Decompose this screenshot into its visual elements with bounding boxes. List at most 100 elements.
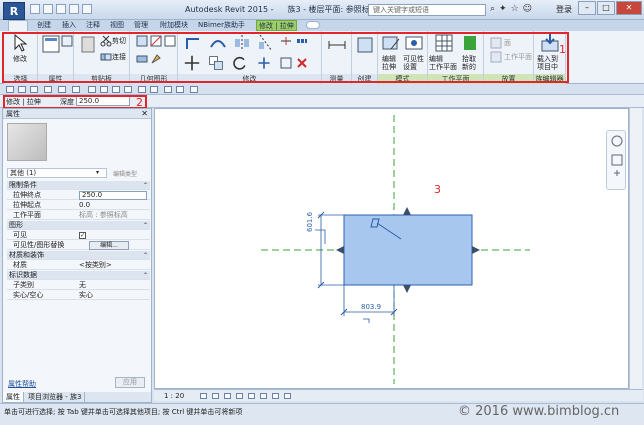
crop-view-icon[interactable] [248,393,255,399]
apply-button[interactable]: 应用 [115,377,145,388]
property-value[interactable]: 实心 [79,291,147,300]
extrusion-shape[interactable] [343,214,473,286]
zoom-region-icon[interactable] [614,170,620,176]
text-icon[interactable] [124,86,132,93]
chevron-down-icon[interactable]: ▾ [96,169,99,176]
dimension-icon[interactable] [100,86,108,93]
zoom-icon[interactable] [611,154,623,166]
dim-lock-bracket [363,318,370,323]
tab-home[interactable] [8,20,28,31]
property-label: 材质 [13,261,27,269]
tab-annotate[interactable]: 注释 [86,20,100,31]
section-label: 图形 [9,221,23,229]
drag-arrow-bottom-icon[interactable] [403,285,411,293]
close-button[interactable]: ✕ [616,1,642,15]
properties-help-link[interactable]: 属性帮助 [8,379,36,389]
section-label: 限制条件 [9,181,37,189]
undo-icon[interactable] [44,86,52,93]
tab-nbimer[interactable]: NBimer族助手 [198,20,245,31]
tab-create[interactable]: 创建 [37,20,51,31]
collapse-icon[interactable]: ⌃ [143,271,148,280]
binoculars-icon[interactable]: ⌕ [490,4,495,14]
property-value[interactable]: 无 [79,281,147,290]
family-selector[interactable]: 其他 (1) [7,168,107,178]
print-icon[interactable] [72,86,80,93]
sun-path-icon[interactable] [224,393,231,399]
measure-icon[interactable] [88,86,96,93]
navigation-bar[interactable] [606,130,626,190]
visible-checkbox[interactable]: ✓ [79,232,86,239]
login-button[interactable]: 登录 [556,4,572,15]
detail-level-icon[interactable] [200,393,207,399]
star-icon[interactable]: ☆ [511,4,519,14]
close-hidden-icon[interactable] [176,86,184,93]
save-icon[interactable] [43,4,53,14]
user-icon[interactable]: ☺ [523,4,532,14]
reveal-hidden-icon[interactable] [284,393,291,399]
redo-icon[interactable] [58,86,66,93]
property-label: 子类别 [13,281,34,289]
edit-button[interactable]: 编辑... [89,241,129,250]
open-icon[interactable] [6,86,14,93]
collapse-icon[interactable]: ⌃ [143,251,148,260]
property-label: 实心/空心 [13,291,44,299]
maximize-button[interactable]: □ [597,1,615,15]
property-value[interactable]: 0.0 [79,201,147,210]
show-crop-icon[interactable] [260,393,267,399]
collapse-icon[interactable]: ⌃ [143,221,148,230]
property-section[interactable]: 材质和装饰 ⌃ [7,251,150,260]
collapse-icon[interactable]: ⌃ [143,181,148,190]
dim-vertical-value[interactable]: 601.6 [306,211,314,232]
tab-view[interactable]: 视图 [110,20,124,31]
drag-arrow-right-icon[interactable] [472,246,480,254]
dim-lock-bracket [315,229,326,244]
tab-properties[interactable]: 属性 [3,392,24,402]
property-value[interactable]: 250.0 [79,191,147,200]
tab-modify-extrusion[interactable]: 修改 | 拉伸 [256,20,297,31]
minimize-button[interactable]: – [578,1,596,15]
properties-tabs: 属性 项目浏览器 - 族3 [3,392,151,402]
vertical-scrollbar[interactable] [629,108,642,389]
open-icon[interactable] [30,4,40,14]
steering-wheel-icon[interactable] [611,135,623,147]
visual-style-icon[interactable] [212,393,219,399]
drag-arrow-top-icon[interactable] [403,207,411,215]
view-scale[interactable]: 1 : 20 [164,392,184,400]
tab-addins[interactable]: 附加模块 [160,20,188,31]
temporary-hide-icon[interactable] [272,393,279,399]
redo-icon[interactable] [69,4,79,14]
property-label: 工作平面 [13,211,41,219]
save-icon[interactable] [18,86,26,93]
property-section[interactable]: 图形 ⌃ [7,221,150,230]
quick-access-toolbar-row [0,84,644,95]
tab-insert[interactable]: 插入 [62,20,76,31]
drawing-canvas[interactable]: 601.6 803.9 3 [154,108,629,389]
property-value[interactable]: <按类别> [79,261,147,270]
subscription-icon[interactable]: ✦ [499,4,507,14]
tab-options-icon[interactable] [306,21,320,29]
search-input[interactable]: 键入关键字或短语 [368,4,486,16]
property-row: 子类别 无 [7,281,150,290]
tab-manage[interactable]: 管理 [134,20,148,31]
close-icon[interactable]: ✕ [141,109,148,119]
edit-type-button[interactable]: 编辑类型 [113,169,137,178]
section-label: 材质和装饰 [9,251,44,259]
print-icon[interactable] [82,4,92,14]
tag-icon[interactable] [112,86,120,93]
shadows-icon[interactable] [236,393,243,399]
property-section[interactable]: 限制条件 ⌃ [7,181,150,190]
property-row: 材质 <按类别> [7,261,150,270]
default-3d-icon[interactable] [138,86,146,93]
dim-horizontal-value[interactable]: 803.9 [361,303,381,311]
section-icon[interactable] [150,86,158,93]
property-section[interactable]: 标识数据 ⌃ [7,271,150,280]
undo-icon[interactable] [56,4,66,14]
drag-arrow-left-icon[interactable] [336,246,344,254]
revit-logo[interactable]: R [3,2,25,20]
thin-lines-icon[interactable] [164,86,172,93]
sync-icon[interactable] [30,86,38,93]
property-label: 拉伸起点 [13,201,41,209]
ribbon-tabs: 创建 插入 注释 视图 管理 附加模块 NBimer族助手 修改 | 拉伸 [0,20,644,31]
tab-project-browser[interactable]: 项目浏览器 - 族3 [25,392,86,402]
switch-windows-icon[interactable] [190,86,198,93]
